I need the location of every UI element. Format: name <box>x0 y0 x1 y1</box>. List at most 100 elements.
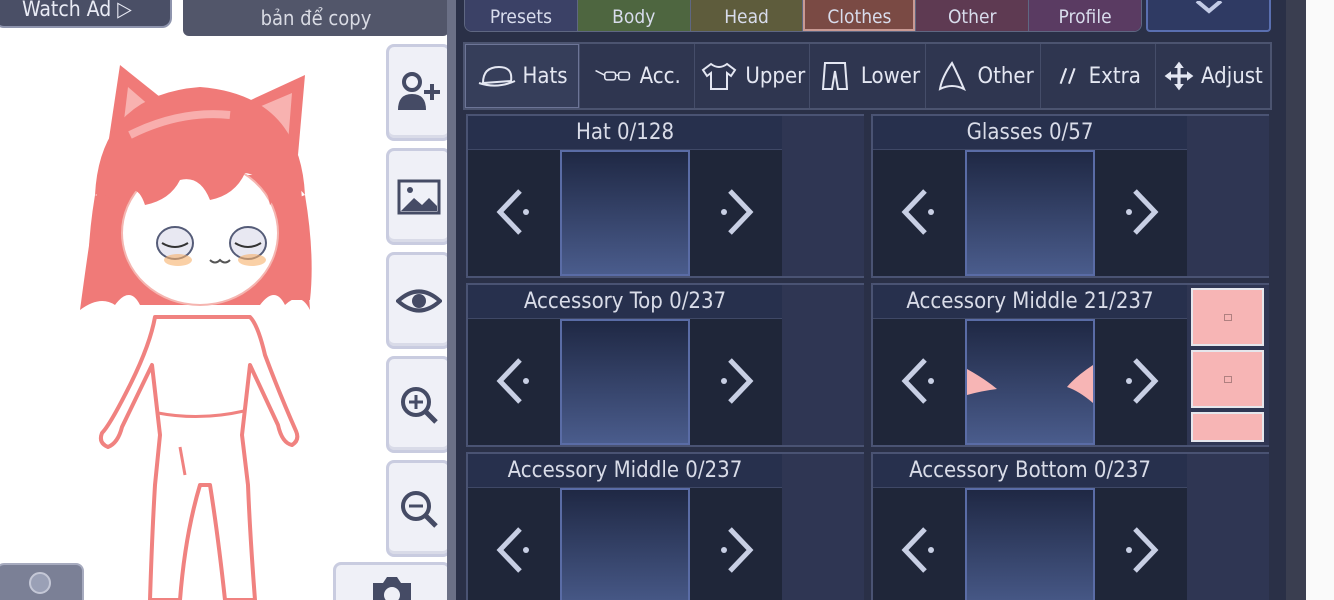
color-swatch-1[interactable] <box>1191 288 1264 346</box>
move-icon <box>1164 61 1194 91</box>
tab-label: Head <box>724 6 769 28</box>
zoom-in-button[interactable] <box>386 356 451 453</box>
slot-body <box>873 150 1187 276</box>
tab-clothes[interactable]: Clothes <box>803 0 917 31</box>
color-column <box>782 454 864 600</box>
subtab-hats[interactable]: Hats <box>465 44 581 108</box>
zoom-in-icon <box>400 386 438 424</box>
slot-body <box>468 488 782 600</box>
next-arrow-icon[interactable] <box>1117 185 1167 239</box>
color-column <box>1187 116 1269 276</box>
tab-label: Presets <box>489 6 552 28</box>
character-area: Watch Ad ▷ bản để copy <box>0 0 456 600</box>
slot-title: Accessory Middle 21/237 <box>873 285 1187 319</box>
shirt-icon <box>702 62 737 90</box>
slot-body <box>468 150 782 276</box>
clothes-subcategory-tabs: Hats Acc. Upper Lower Other Extra Adjust <box>463 42 1272 110</box>
swatch-marker <box>1224 314 1232 321</box>
zoom-out-button[interactable] <box>386 460 451 557</box>
close-button[interactable] <box>1146 0 1271 32</box>
copy-label-box[interactable]: bản để copy <box>183 0 449 36</box>
slot-title: Accessory Bottom 0/237 <box>873 454 1187 488</box>
prev-arrow-icon[interactable] <box>488 185 538 239</box>
tab-profile[interactable]: Profile <box>1029 0 1141 31</box>
subtab-other[interactable]: Other <box>926 44 1041 108</box>
next-arrow-icon[interactable] <box>1117 354 1167 408</box>
slot-glasses: Glasses 0/57 <box>871 114 1269 278</box>
prev-arrow-icon[interactable] <box>893 185 943 239</box>
hat-icon <box>478 65 515 87</box>
subtab-lower[interactable]: Lower <box>810 44 926 108</box>
watch-ad-button[interactable]: Watch Ad ▷ <box>0 0 172 28</box>
tab-label: Body <box>612 6 656 28</box>
item-preview[interactable] <box>560 150 690 276</box>
eye-icon <box>395 289 442 312</box>
color-swatch-3[interactable] <box>1191 412 1264 442</box>
slot-body <box>468 319 782 445</box>
image-icon <box>397 179 440 214</box>
color-swatch-2[interactable] <box>1191 350 1264 408</box>
glasses-icon <box>594 69 630 81</box>
subtab-extra[interactable]: Extra <box>1041 44 1156 108</box>
tab-presets[interactable]: Presets <box>465 0 578 31</box>
next-arrow-icon[interactable] <box>712 523 762 577</box>
character-preview[interactable] <box>60 55 340 600</box>
gacha-screen: { "top_left": { "watch_ad": "Watch Ad ▷"… <box>0 0 1334 600</box>
tab-other[interactable]: Other <box>916 0 1030 31</box>
swatch-marker <box>1224 376 1232 383</box>
slot-title: Accessory Middle 0/237 <box>468 454 782 488</box>
slot-body <box>873 319 1187 445</box>
subtab-label: Adjust <box>1200 63 1263 89</box>
tab-label: Clothes <box>827 6 892 28</box>
subtab-label: Acc. <box>639 63 681 89</box>
screen-edge <box>1306 0 1334 600</box>
slot-hat: Hat 0/128 <box>466 114 864 278</box>
subtab-label: Upper <box>745 63 806 89</box>
item-preview[interactable] <box>560 319 690 445</box>
person-icon <box>29 572 51 594</box>
subtab-label: Other <box>977 63 1034 89</box>
item-preview[interactable] <box>965 319 1095 445</box>
close-icon <box>1195 1 1222 14</box>
pants-icon <box>821 62 848 90</box>
add-character-button[interactable] <box>386 44 451 141</box>
prev-arrow-icon[interactable] <box>488 354 538 408</box>
item-preview[interactable] <box>965 488 1095 600</box>
visibility-button[interactable] <box>386 252 451 349</box>
slashes-icon <box>1059 67 1076 85</box>
subtab-accessories[interactable]: Acc. <box>580 44 696 108</box>
slot-accessory-bottom: Accessory Bottom 0/237 <box>871 452 1269 600</box>
item-preview[interactable] <box>965 150 1095 276</box>
prev-arrow-icon[interactable] <box>893 354 943 408</box>
tab-head[interactable]: Head <box>690 0 804 31</box>
color-column <box>1187 454 1269 600</box>
next-arrow-icon[interactable] <box>1117 523 1167 577</box>
copy-label: bản để copy <box>260 6 372 30</box>
background-button[interactable] <box>386 148 451 245</box>
subtab-upper[interactable]: Upper <box>695 44 811 108</box>
tab-body[interactable]: Body <box>577 0 691 31</box>
subtab-adjust[interactable]: Adjust <box>1156 44 1270 108</box>
screenshot-button[interactable] <box>333 562 451 600</box>
subtab-label: Lower <box>860 63 921 89</box>
item-preview[interactable] <box>560 488 690 600</box>
slot-title: Accessory Top 0/237 <box>468 285 782 319</box>
zoom-out-icon <box>400 490 438 528</box>
slot-accessory-middle: Accessory Middle 0/237 <box>466 452 864 600</box>
prev-arrow-icon[interactable] <box>893 523 943 577</box>
tab-label: Profile <box>1058 6 1112 28</box>
slot-body <box>873 488 1187 600</box>
tab-label: Other <box>947 6 997 28</box>
accessory-thumbnail <box>967 365 1093 403</box>
slot-title: Hat 0/128 <box>468 116 782 150</box>
prev-arrow-icon[interactable] <box>488 523 538 577</box>
cone-icon <box>938 61 966 91</box>
top-category-tabs: Presets Body Head Clothes Other Profile <box>464 0 1142 32</box>
camera-icon <box>373 577 411 600</box>
subtab-label: Hats <box>522 63 568 89</box>
next-arrow-icon[interactable] <box>712 185 762 239</box>
subtab-label: Extra <box>1088 63 1141 89</box>
character-slot-button[interactable] <box>0 563 84 600</box>
next-arrow-icon[interactable] <box>712 354 762 408</box>
add-person-icon <box>397 71 440 110</box>
